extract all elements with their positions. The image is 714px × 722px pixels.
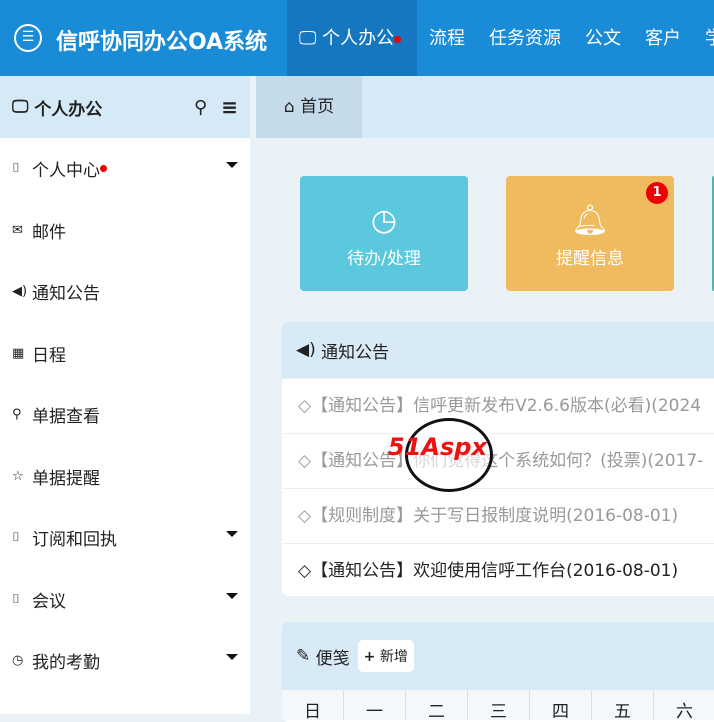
sidebar-item-label: 邮件 (32, 222, 66, 243)
weekday: 一 (344, 690, 406, 722)
sidebar-item-label: 通知公告 (32, 284, 100, 305)
edit-icon: ✎ (296, 646, 316, 666)
sidebar-header: 🖵 个人办公 ⚲ ≡ (0, 76, 250, 138)
sidebar-item-personal-center[interactable]: ⌷ 个人中心 (0, 138, 250, 200)
volume-icon: ◀) (296, 340, 322, 360)
app-title: 信呼协同办公OA系统 (56, 30, 268, 55)
sidebar-item-doc-remind[interactable]: ☆ 单据提醒 (0, 446, 250, 508)
clock-icon: ◷ (370, 203, 398, 238)
tab-bar: ⌂ 首页 (256, 76, 714, 138)
bookmark-icon: ⌷ (12, 530, 20, 546)
sidebar-item-doc-view[interactable]: ⚲ 单据查看 (0, 384, 250, 446)
sidebar-title: 个人办公 (34, 99, 103, 120)
clock-icon: ◷ (12, 653, 24, 669)
sidebar: 🖵 个人办公 ⚲ ≡ ⌷ 个人中心 ✉ 邮件 ◀) 通知公告 ▦ 日程 ⚲ 单据查看 ☆ 单… (0, 76, 250, 714)
reminder-badge: 1 (646, 182, 668, 204)
sidebar-item-label: 会议 (32, 591, 66, 612)
bell-icon: 🔔︎ (570, 203, 610, 238)
tab-home[interactable]: ⌂ 首页 (256, 76, 362, 138)
notice-item[interactable]: ◇【规则制度】关于写日报制度说明(2016-08-01) (282, 488, 714, 543)
bookmark-icon: ⌷ (12, 161, 20, 177)
home-icon: ⌂ (283, 97, 301, 117)
tab-home-label: 首页 (300, 97, 335, 117)
add-memo-button[interactable]: + 新增 (357, 640, 414, 672)
weekday: 三 (468, 690, 530, 722)
sidebar-item-schedule[interactable]: ▦ 日程 (0, 323, 250, 385)
search-icon: ⚲ (12, 407, 22, 423)
chat-logo-icon: ☰ (14, 24, 42, 52)
calendar-icon: ▦ (12, 345, 25, 361)
monitor-icon: 🖵 (12, 97, 35, 117)
weekday: 五 (592, 690, 654, 722)
bookmark-icon: ⌷ (12, 591, 20, 607)
weekday: 二 (406, 690, 468, 722)
caret-down-icon (226, 654, 238, 660)
sidebar-item-label: 日程 (32, 345, 66, 366)
caret-down-icon (226, 162, 238, 168)
weekday: 日 (282, 690, 344, 722)
search-icon[interactable]: ⚲ (194, 97, 207, 118)
watermark-logo: 51Aspx (388, 418, 493, 492)
watermark-text: 51Aspx (388, 433, 487, 461)
notice-panel: ◀) 通知公告 ◇【通知公告】信呼更新发布V2.6.6版本(必看)(2024 ◇… (282, 322, 714, 596)
memo-header: ✎ 便笺 + 新增 (282, 622, 714, 690)
sidebar-item-meeting[interactable]: ⌷ 会议 (0, 569, 250, 631)
notice-item[interactable]: ◇【通知公告】欢迎使用信呼工作台(2016-08-01) (282, 543, 714, 596)
sidebar-item-label: 单据提醒 (32, 468, 100, 489)
sidebar-item-label: 订阅和回执 (32, 530, 117, 551)
top-bar: ☰ 信呼协同办公OA系统 🖵 个人办公 流程 任务资源 公文 客户 学 (0, 0, 714, 76)
sidebar-item-label: 单据查看 (32, 407, 100, 428)
tile-label: 提醒信息 (556, 249, 624, 269)
calendar-weekdays: 日 一 二 三 四 五 六 (282, 690, 714, 722)
add-label: 新增 (379, 649, 408, 665)
weekday: 四 (530, 690, 592, 722)
nav-learn[interactable]: 学 (693, 0, 714, 76)
menu-icon[interactable]: ≡ (221, 95, 238, 119)
tile-label: 待办/处理 (347, 249, 421, 269)
sidebar-item-label: 我的考勤 (32, 653, 100, 674)
sidebar-item-subscribe[interactable]: ⌷ 订阅和回执 (0, 507, 250, 569)
star-icon: ☆ (12, 468, 24, 484)
notice-title: 通知公告 (321, 342, 390, 363)
volume-icon: ◀) (12, 284, 28, 300)
notice-item[interactable]: ◇【通知公告】你们觉得这个系统如何？(投票)(2017- (282, 433, 714, 488)
memo-title: 便笺 (315, 648, 350, 669)
sidebar-item-mail[interactable]: ✉ 邮件 (0, 200, 250, 262)
caret-down-icon (226, 592, 238, 599)
notice-item[interactable]: ◇【通知公告】信呼更新发布V2.6.6版本(必看)(2024 (282, 378, 714, 433)
nav-docs[interactable]: 公文 (573, 0, 633, 76)
sidebar-item-notice[interactable]: ◀) 通知公告 (0, 261, 250, 323)
notification-dot (394, 35, 402, 43)
reminder-tile[interactable]: 1 🔔︎ 提醒信息 (506, 176, 674, 291)
nav-tasks[interactable]: 任务资源 (477, 0, 573, 76)
plus-icon: + (363, 649, 376, 665)
weekday: 六 (654, 690, 714, 722)
memo-panel: ✎ 便笺 + 新增 日 一 二 三 四 五 六 (282, 622, 714, 722)
caret-down-icon (226, 531, 238, 537)
notification-dot (100, 165, 107, 173)
sidebar-item-attendance[interactable]: ◷ 我的考勤 (0, 630, 250, 692)
top-nav: 🖵 个人办公 流程 任务资源 公文 客户 学 (287, 0, 714, 76)
nav-personal[interactable]: 🖵 个人办公 (287, 0, 417, 76)
sidebar-item-label: 个人中心 (32, 161, 100, 182)
nav-flow[interactable]: 流程 (417, 0, 477, 76)
nav-customer[interactable]: 客户 (633, 0, 693, 76)
notice-header: ◀) 通知公告 (282, 322, 714, 378)
envelope-icon: ✉ (12, 222, 23, 238)
todo-tile[interactable]: ◷ 待办/处理 (300, 176, 468, 291)
